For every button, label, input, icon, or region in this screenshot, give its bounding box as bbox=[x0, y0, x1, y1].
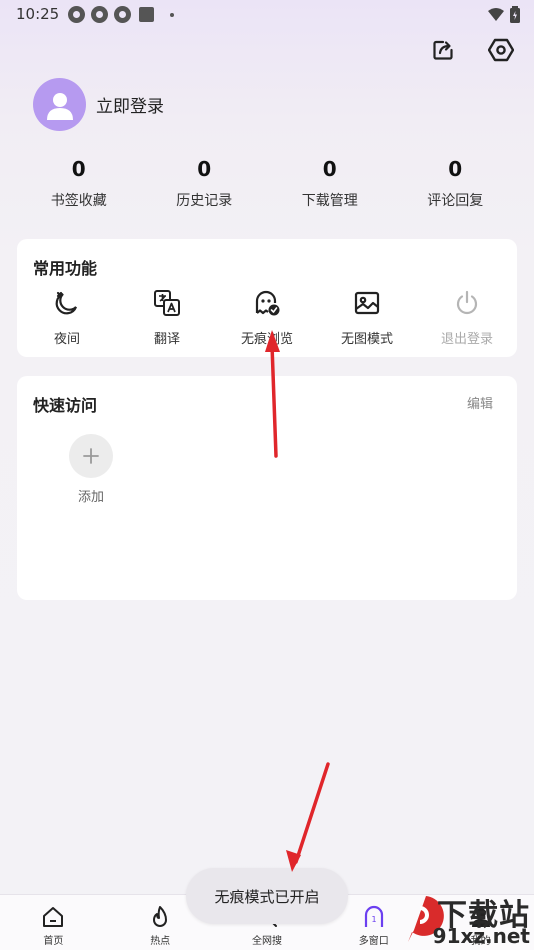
stat-label: 下载管理 bbox=[301, 193, 358, 209]
notification-icons bbox=[68, 6, 174, 23]
app-notification-icon bbox=[139, 7, 154, 22]
nav-label: 全网搜 bbox=[251, 936, 282, 947]
plus-icon bbox=[83, 448, 99, 464]
stat-value: 0 bbox=[448, 157, 463, 181]
translate-icon bbox=[154, 290, 180, 316]
toast-message: 无痕模式已开启 bbox=[186, 868, 348, 924]
stat-label: 评论回复 bbox=[427, 193, 484, 209]
moon-icon bbox=[55, 291, 78, 315]
share-icon bbox=[433, 40, 453, 60]
stat-value: 0 bbox=[197, 157, 212, 181]
flame-icon bbox=[153, 906, 168, 927]
stat-downloads[interactable]: 0 下载管理 bbox=[275, 156, 385, 210]
nav-label: 热点 bbox=[150, 936, 171, 947]
power-icon bbox=[456, 290, 478, 315]
app-notification-icon bbox=[68, 6, 85, 23]
no-image-mode-button[interactable]: 无图模式 bbox=[317, 289, 417, 347]
function-label: 夜间 bbox=[53, 332, 80, 347]
battery-icon bbox=[510, 6, 520, 23]
stat-value: 0 bbox=[71, 157, 86, 181]
settings-button[interactable] bbox=[488, 37, 514, 63]
quick-access-card: 快速访问 编辑 添加 bbox=[17, 376, 517, 600]
function-label: 无痕浏览 bbox=[240, 332, 293, 347]
add-circle[interactable] bbox=[69, 434, 113, 478]
stat-bookmarks[interactable]: 0 书签收藏 bbox=[24, 156, 134, 210]
function-label: 无图模式 bbox=[340, 332, 393, 347]
nav-label: 首页 bbox=[43, 936, 64, 947]
wifi-icon bbox=[488, 7, 504, 21]
card-title: 常用功能 bbox=[33, 259, 98, 278]
app-notification-icon bbox=[114, 6, 131, 23]
stat-label: 历史记录 bbox=[176, 193, 233, 209]
window-count-badge: 1 bbox=[371, 915, 376, 924]
share-button[interactable] bbox=[430, 37, 456, 63]
ghost-icon bbox=[255, 290, 280, 316]
stat-comments[interactable]: 0 评论回复 bbox=[400, 156, 510, 210]
no-image-icon bbox=[354, 291, 380, 315]
incognito-button[interactable]: 无痕浏览 bbox=[217, 289, 317, 347]
card-title: 快速访问 bbox=[33, 396, 98, 415]
edit-button[interactable]: 编辑 bbox=[467, 393, 493, 412]
top-actions bbox=[430, 37, 514, 63]
avatar[interactable] bbox=[33, 78, 86, 131]
stat-value: 0 bbox=[322, 157, 337, 181]
profile-login[interactable]: 立即登录 bbox=[33, 78, 164, 131]
nav-label: 多窗口 bbox=[358, 936, 389, 947]
settings-icon bbox=[488, 38, 514, 62]
watermark-sub-text: 91xz.net bbox=[432, 924, 530, 948]
stat-label: 书签收藏 bbox=[50, 193, 107, 209]
stats-row: 0 书签收藏 0 历史记录 0 下载管理 0 评论回复 bbox=[16, 156, 518, 210]
logout-button[interactable]: 退出登录 bbox=[417, 289, 517, 347]
function-row: 夜间 翻译 无痕浏览 无图模式 退出登录 bbox=[17, 289, 517, 347]
status-time: 10:25 bbox=[16, 5, 60, 23]
status-bar: 10:25 bbox=[0, 0, 534, 30]
nav-home[interactable]: 首页 bbox=[0, 895, 106, 950]
watermark-logo: 下载站 91xz.net bbox=[404, 888, 534, 950]
translate-button[interactable]: 翻译 bbox=[117, 289, 217, 347]
stat-history[interactable]: 0 历史记录 bbox=[149, 156, 259, 210]
more-notifications-icon bbox=[170, 12, 174, 17]
login-link[interactable]: 立即登录 bbox=[96, 92, 164, 117]
user-avatar-icon bbox=[46, 92, 73, 120]
home-icon bbox=[43, 907, 64, 927]
windows-icon: 1 bbox=[364, 905, 383, 927]
add-shortcut-button[interactable]: 添加 bbox=[69, 434, 113, 505]
app-notification-icon bbox=[91, 6, 108, 23]
annotation-arrow-down bbox=[294, 762, 330, 864]
function-label: 退出登录 bbox=[440, 332, 493, 347]
add-label: 添加 bbox=[77, 490, 104, 505]
night-mode-button[interactable]: 夜间 bbox=[17, 289, 117, 347]
function-label: 翻译 bbox=[153, 332, 180, 347]
common-functions-card: 常用功能 夜间 翻译 无痕浏览 无图模式 退出登录 bbox=[17, 239, 517, 357]
